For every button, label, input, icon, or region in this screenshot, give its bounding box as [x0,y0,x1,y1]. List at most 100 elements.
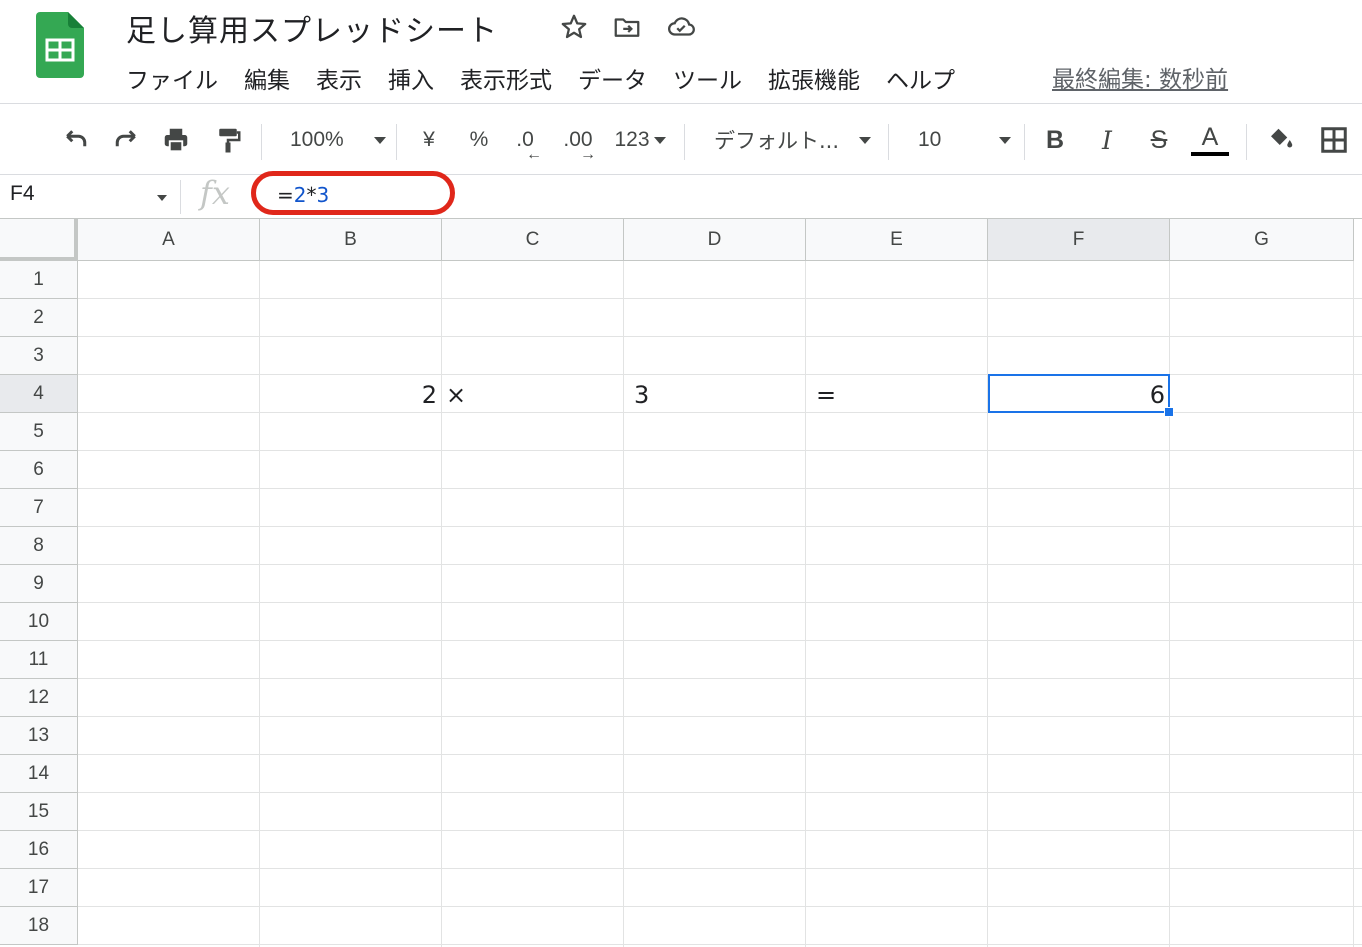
gridline [78,450,1362,451]
zoom-select[interactable]: 100% [280,122,386,158]
text-color-button[interactable]: A [1190,122,1230,158]
gridline [78,678,1362,679]
menu-edit[interactable]: 編集 [244,61,290,95]
bold-button[interactable]: B [1040,122,1070,158]
gridline [78,564,1362,565]
cell-d4[interactable]: 3 [624,376,805,413]
active-cell-selection[interactable] [988,374,1170,413]
gridline [78,602,1362,603]
menu-file[interactable]: ファイル [126,61,218,95]
row-header-14[interactable]: 14 [0,755,78,793]
chevron-down-icon [653,136,666,144]
percent-format-button[interactable]: % [464,122,494,158]
undo-icon[interactable] [58,122,94,158]
gridline [78,716,1362,717]
name-box[interactable]: F4 [10,182,35,206]
gridline [1169,261,1170,947]
redo-icon[interactable] [108,122,144,158]
formula-highlight-circle [251,171,455,215]
gridline [78,336,1362,337]
select-all-corner[interactable] [0,219,78,261]
gridline [78,830,1362,831]
column-header-a[interactable]: A [78,219,260,261]
row-header-12[interactable]: 12 [0,679,78,717]
cell-c4[interactable]: × [442,376,623,413]
arrow-right-icon: → [580,146,596,163]
column-header-f[interactable]: F [988,219,1170,261]
column-header-d[interactable]: D [624,219,806,261]
italic-button[interactable]: I [1092,122,1122,158]
increase-decimal-button[interactable]: .00 → [560,122,596,163]
more-formats-label: 123 [614,128,650,151]
font-family-value: デフォルト... [714,129,840,153]
column-header-c[interactable]: C [442,219,624,261]
menu-bar: ファイル 編集 表示 挿入 表示形式 データ ツール 拡張機能 ヘルプ [126,60,981,96]
font-size-value: 10 [918,128,942,151]
row-header-4[interactable]: 4 [0,375,78,413]
star-icon[interactable] [559,12,589,42]
decrease-decimal-button[interactable]: .0 ← [510,122,542,163]
strikethrough-button[interactable]: S [1144,122,1174,158]
zoom-value: 100% [290,128,344,151]
row-header-6[interactable]: 6 [0,451,78,489]
cell-e4[interactable]: = [806,376,987,413]
fill-handle[interactable] [1164,407,1174,417]
toolbar-separator [888,124,889,160]
menu-format[interactable]: 表示形式 [460,61,552,95]
formula-bar-separator [180,180,181,214]
gridline [78,868,1362,869]
row-header-8[interactable]: 8 [0,527,78,565]
row-header-13[interactable]: 13 [0,717,78,755]
menu-extensions[interactable]: 拡張機能 [768,61,860,95]
row-header-5[interactable]: 5 [0,413,78,451]
row-header-9[interactable]: 9 [0,565,78,603]
menu-data[interactable]: データ [578,61,647,95]
row-header-3[interactable]: 3 [0,337,78,375]
text-color-label: A [1201,123,1219,151]
gridline [623,261,624,947]
row-header-18[interactable]: 18 [0,907,78,945]
toolbar-separator [261,124,262,160]
gridline [78,526,1362,527]
menu-tools[interactable]: ツール [673,61,742,95]
cloud-saved-icon[interactable] [666,12,696,42]
font-size-select[interactable]: 10 [906,122,1014,158]
row-header-16[interactable]: 16 [0,831,78,869]
chevron-down-icon[interactable] [157,195,167,201]
gridline [78,906,1362,907]
row-header-10[interactable]: 10 [0,603,78,641]
last-edit-link[interactable]: 最終編集: 数秒前 [1052,60,1228,94]
spreadsheet-grid[interactable]: A B C D E F G 1 2 3 4 5 6 7 8 9 10 11 12… [0,219,1362,947]
gridline [805,261,806,947]
move-folder-icon[interactable] [612,12,642,42]
row-header-1[interactable]: 1 [0,261,78,299]
menu-insert[interactable]: 挿入 [388,61,434,95]
row-header-17[interactable]: 17 [0,869,78,907]
paint-format-icon[interactable] [210,122,246,158]
menu-view[interactable]: 表示 [316,61,362,95]
google-sheets-logo-icon[interactable] [36,12,84,78]
row-header-15[interactable]: 15 [0,793,78,831]
gridline [1353,261,1354,947]
arrow-left-icon: ← [526,146,542,163]
column-header-g[interactable]: G [1170,219,1354,261]
currency-format-button[interactable]: ¥ [414,122,444,158]
fill-color-icon[interactable] [1264,122,1298,158]
font-family-select[interactable]: デフォルト... [702,122,876,158]
row-header-7[interactable]: 7 [0,489,78,527]
gridline [78,488,1362,489]
column-header-e[interactable]: E [806,219,988,261]
text-color-swatch [1191,152,1229,156]
row-header-11[interactable]: 11 [0,641,78,679]
borders-icon[interactable] [1316,122,1352,158]
chevron-down-icon [373,136,386,144]
document-title[interactable]: 足し算用スプレッドシート [126,6,498,50]
row-header-2[interactable]: 2 [0,299,78,337]
menu-help[interactable]: ヘルプ [886,61,955,95]
column-header-b[interactable]: B [260,219,442,261]
chevron-down-icon [999,136,1012,144]
print-icon[interactable] [158,122,194,158]
more-formats-button[interactable]: 123 [610,122,670,158]
fx-icon: fx [200,174,230,212]
cell-b4[interactable]: 2 [260,376,441,413]
